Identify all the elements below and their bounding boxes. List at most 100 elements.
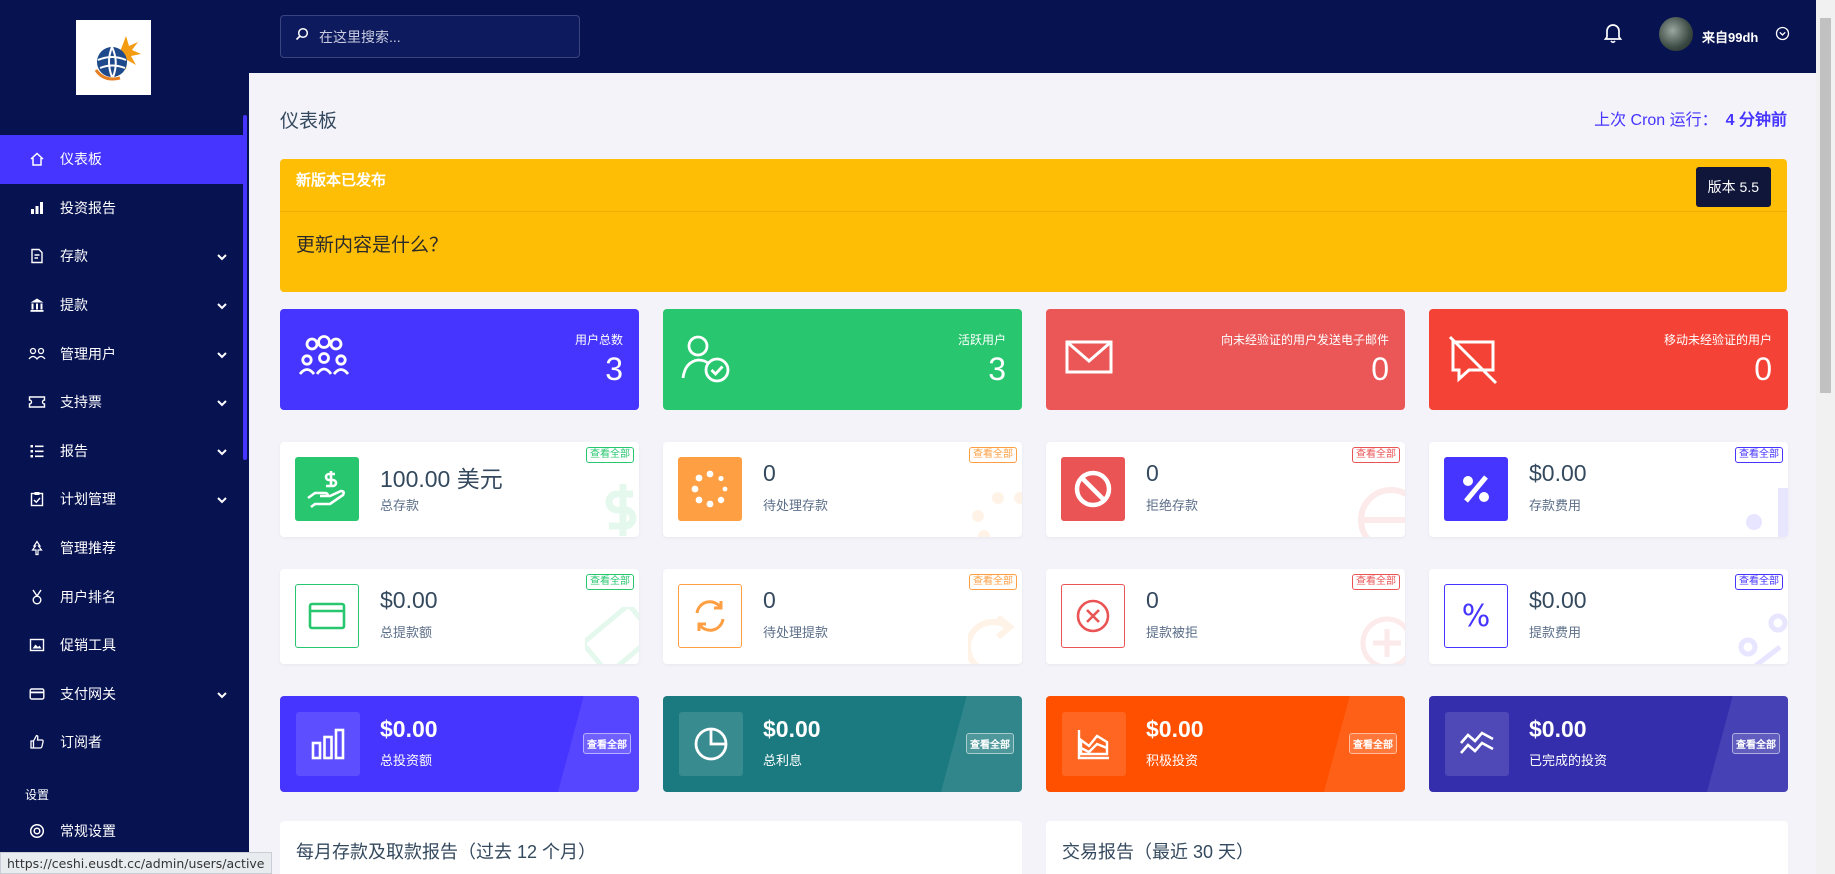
watermark-icon <box>968 480 1022 537</box>
card-total-deposit[interactable]: 100.00 美元 总存款 查看全部 <box>280 442 639 537</box>
sidebar-item-referrals[interactable]: 管理推荐 <box>0 524 247 573</box>
card-label: 已完成的投资 <box>1529 753 1608 768</box>
card-label: 积极投资 <box>1146 753 1199 768</box>
card-label: 总存款 <box>380 498 420 513</box>
avatar[interactable] <box>1659 17 1693 51</box>
card-completed-investment[interactable]: $0.00 已完成的投资 查看全部 <box>1429 696 1788 792</box>
card-total-investment[interactable]: $0.00 总投资额 查看全部 <box>280 696 639 792</box>
card-rejected-withdraw[interactable]: 0 提款被拒 查看全部 <box>1046 569 1405 664</box>
search-input[interactable] <box>319 28 569 45</box>
card-value: $0.00 <box>1529 716 1587 742</box>
times-circle-icon <box>1061 584 1125 648</box>
sidebar-item-support-tickets[interactable]: 支持票 <box>0 378 247 427</box>
card-withdraw-charge[interactable]: % $0.00 提款费用 查看全部 <box>1429 569 1788 664</box>
cron-status: 上次 Cron 运行： 4 分钟前 <box>1594 106 1787 130</box>
sidebar-item-plan-management[interactable]: 计划管理 <box>0 475 247 524</box>
sidebar-item-manage-users[interactable]: 管理用户 <box>0 329 247 378</box>
sidebar-item-promotion-tools[interactable]: 促销工具 <box>0 621 247 670</box>
view-all-link[interactable]: 查看全部 <box>969 447 1017 463</box>
card-active-users[interactable]: 活跃用户 3 <box>663 309 1022 410</box>
ban-icon <box>1061 457 1125 521</box>
view-all-link[interactable]: 查看全部 <box>969 574 1017 590</box>
sidebar-item-label: 订阅者 <box>60 734 102 751</box>
card-value: 3 <box>605 351 623 387</box>
view-all-link[interactable]: 查看全部 <box>586 447 634 463</box>
sidebar-item-label: 管理用户 <box>60 345 116 362</box>
view-all-link[interactable]: 查看全部 <box>586 574 634 590</box>
chevron-down-icon <box>217 248 227 264</box>
banner-title: 新版本已发布 <box>296 172 387 189</box>
medal-icon <box>28 588 46 606</box>
view-all-link[interactable]: 查看全部 <box>1735 574 1783 590</box>
sidebar-item-label: 管理推荐 <box>60 540 116 557</box>
card-deposit-charge[interactable]: $0.00 存款费用 查看全部 <box>1429 442 1788 537</box>
view-all-link[interactable]: 查看全部 <box>1352 574 1400 590</box>
card-value: $0.00 <box>1529 587 1587 613</box>
card-total-interest[interactable]: $0.00 总利息 查看全部 <box>663 696 1022 792</box>
page-scrollbar[interactable] <box>1816 0 1835 874</box>
card-label: 待处理存款 <box>763 498 829 513</box>
card-value: 0 <box>1754 351 1772 387</box>
page-scrollbar-thumb[interactable] <box>1820 18 1831 393</box>
view-all-link[interactable]: 查看全部 <box>966 733 1014 754</box>
card-pending-deposit[interactable]: 0 待处理存款 查看全部 <box>663 442 1022 537</box>
envelope-icon <box>1064 334 1114 385</box>
card-value: $0.00 <box>1146 716 1204 742</box>
panel-title: 每月存款及取款报告（过去 12 个月） <box>296 842 597 862</box>
chevron-down-icon <box>217 297 227 313</box>
card-label: 提款被拒 <box>1146 625 1199 640</box>
sidebar-item-subscribers[interactable]: 订阅者 <box>0 718 247 767</box>
globe-logo-icon <box>94 35 141 80</box>
chevron-down-circle-icon[interactable] <box>1775 26 1790 46</box>
search-box[interactable] <box>280 15 580 58</box>
card-mobile-unverified[interactable]: 移动未经验证的用户 0 <box>1429 309 1788 410</box>
card-total-withdraw[interactable]: $0.00 总提款额 查看全部 <box>280 569 639 664</box>
sidebar-item-payment-gateways[interactable]: 支付网关 <box>0 670 247 719</box>
view-all-link[interactable]: 查看全部 <box>1352 447 1400 463</box>
credit-card-icon <box>295 584 359 648</box>
sidebar: 仪表板 投资报告 存款 提款 管理用户 支持票 报告 计划管理 管理推荐 用户排… <box>0 0 249 874</box>
sidebar-item-label: 促销工具 <box>60 637 116 654</box>
pie-chart-icon <box>679 712 743 776</box>
watermark-icon <box>1351 607 1405 664</box>
card-label: 提款费用 <box>1529 625 1582 640</box>
sidebar-item-withdrawals[interactable]: 提款 <box>0 281 247 330</box>
logo[interactable] <box>76 20 151 95</box>
topbar: 来自99dh <box>249 0 1816 73</box>
cron-label: 上次 Cron 运行： <box>1594 112 1718 129</box>
card-total-users[interactable]: 用户总数 3 <box>280 309 639 410</box>
card-value: 0 <box>1371 351 1389 387</box>
sidebar-item-label: 支付网关 <box>60 685 116 702</box>
clipboard-check-icon <box>28 490 46 508</box>
sidebar-item-user-ranking[interactable]: 用户排名 <box>0 572 247 621</box>
card-pending-withdraw[interactable]: 0 待处理提款 查看全部 <box>663 569 1022 664</box>
card-label: 移动未经验证的用户 <box>1663 333 1772 347</box>
version-badge[interactable]: 版本 5.5 <box>1695 167 1771 207</box>
view-all-link[interactable]: 查看全部 <box>1735 447 1783 463</box>
card-label: 向未经验证的用户发送电子邮件 <box>1220 333 1389 347</box>
sidebar-item-dashboard[interactable]: 仪表板 <box>0 135 247 184</box>
user-check-icon <box>681 334 731 391</box>
line-chart-icon <box>1445 712 1509 776</box>
view-all-link[interactable]: 查看全部 <box>1349 733 1397 754</box>
card-rejected-deposit[interactable]: 0 拒绝存款 查看全部 <box>1046 442 1405 537</box>
sidebar-item-deposits[interactable]: 存款 <box>0 232 247 281</box>
sidebar-item-label: 仪表板 <box>60 151 102 168</box>
card-active-investment[interactable]: $0.00 积极投资 查看全部 <box>1046 696 1405 792</box>
chevron-down-icon <box>217 686 227 702</box>
user-name[interactable]: 来自99dh <box>1702 27 1758 46</box>
percent-icon <box>1444 457 1508 521</box>
bell-icon[interactable] <box>1603 22 1623 49</box>
sidebar-item-reports[interactable]: 报告 <box>0 427 247 476</box>
transaction-report-panel: 交易报告（最近 30 天） <box>1046 821 1788 874</box>
users-icon <box>28 345 46 363</box>
page-title: 仪表板 <box>280 111 338 132</box>
view-all-link[interactable]: 查看全部 <box>1732 733 1780 754</box>
monthly-report-panel: 每月存款及取款报告（过去 12 个月） <box>280 821 1022 874</box>
card-email-unverified[interactable]: 向未经验证的用户发送电子邮件 0 <box>1046 309 1405 410</box>
area-chart-icon <box>1062 712 1126 776</box>
view-all-link[interactable]: 查看全部 <box>583 733 631 754</box>
sidebar-item-investment-report[interactable]: 投资报告 <box>0 184 247 233</box>
card-value: $0.00 <box>380 716 438 742</box>
sidebar-item-general-settings[interactable]: 常规设置 <box>0 807 247 856</box>
